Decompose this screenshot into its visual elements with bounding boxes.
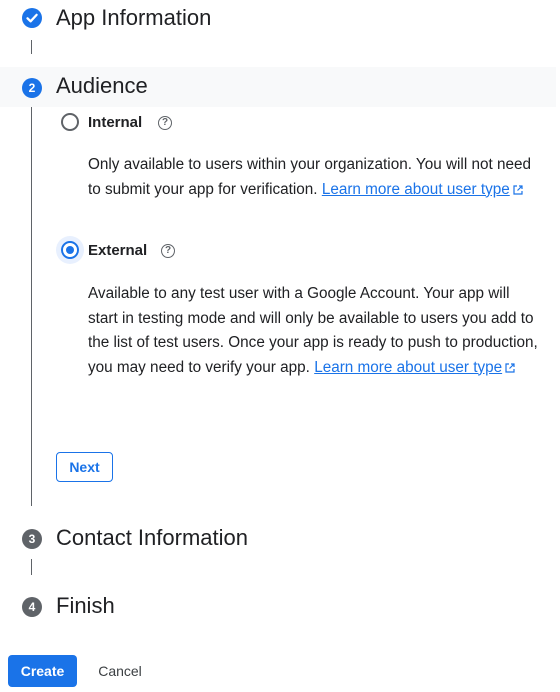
step-3-number: 3 — [22, 529, 42, 549]
external-label[interactable]: External — [88, 242, 147, 259]
external-learn-more-link[interactable]: Learn more about user type — [314, 359, 515, 376]
internal-help-icon[interactable]: ? — [158, 116, 172, 130]
external-radio[interactable] — [61, 241, 79, 259]
next-button[interactable]: Next — [56, 452, 113, 482]
external-description: Available to any test user with a Google… — [88, 282, 538, 380]
open-in-new-icon — [505, 362, 515, 373]
cancel-button[interactable]: Cancel — [92, 655, 148, 687]
step-connector-1 — [31, 40, 32, 54]
step-4-title[interactable]: Finish — [56, 593, 115, 619]
step-2-title[interactable]: Audience — [56, 73, 148, 99]
create-button[interactable]: Create — [8, 655, 77, 687]
step-1-check-icon — [22, 8, 42, 28]
step-3-title[interactable]: Contact Information — [56, 525, 248, 551]
step-2-number: 2 — [22, 78, 42, 98]
step-2-content-line — [31, 107, 32, 506]
internal-description: Only available to users within your orga… — [88, 153, 538, 202]
step-connector-3 — [31, 559, 32, 575]
internal-learn-more-link[interactable]: Learn more about user type — [322, 181, 523, 198]
open-in-new-icon — [513, 184, 523, 195]
step-1-title[interactable]: App Information — [56, 5, 211, 31]
step-4-number: 4 — [22, 597, 42, 617]
internal-radio[interactable] — [61, 113, 79, 131]
external-help-icon[interactable]: ? — [161, 244, 175, 258]
internal-label[interactable]: Internal — [88, 114, 142, 131]
